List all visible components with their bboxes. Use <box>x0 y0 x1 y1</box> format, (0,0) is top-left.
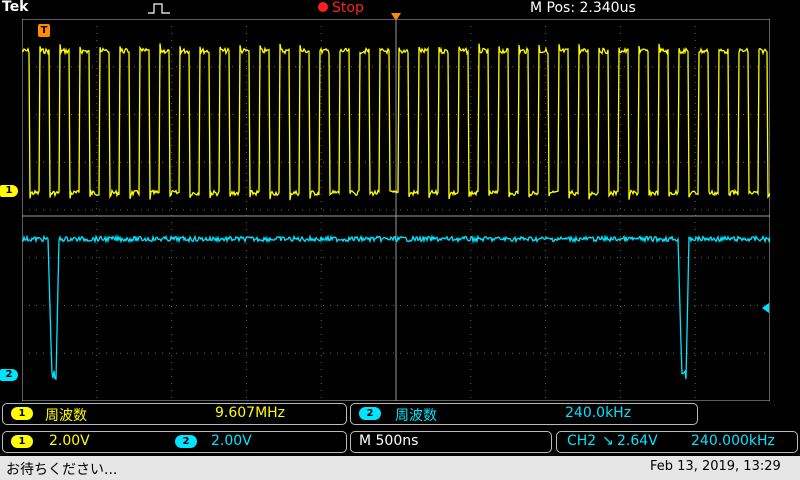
horizontal-position: M Pos: 2.340us <box>530 0 636 16</box>
status-datetime: Feb 13, 2019, 13:29 <box>650 459 781 474</box>
trigger-badge: T <box>38 24 50 37</box>
run-state[interactable]: Stop <box>332 0 364 16</box>
ch2-scale: 2.00V <box>211 433 252 449</box>
ch1-badge: 1 <box>11 435 33 448</box>
trigger-settings[interactable]: CH2 ↘ 2.64V 240.000kHz <box>556 431 798 453</box>
vertical-settings[interactable]: 1 2.00V 2 2.00V <box>2 431 347 453</box>
falling-edge-icon: ↘ <box>602 433 614 449</box>
measurement-ch2[interactable]: 2 周波数 240.0kHz <box>350 403 698 425</box>
stop-indicator-icon <box>318 2 328 12</box>
measurement-value: 9.607MHz <box>215 405 286 421</box>
ch1-scale: 2.00V <box>49 433 90 449</box>
ch2-badge: 2 <box>175 435 197 448</box>
trigger-edge-icon <box>148 3 170 14</box>
measurement-ch1[interactable]: 1 周波数 9.607MHz <box>2 403 347 425</box>
measurement-label: 周波数 <box>395 408 437 424</box>
waveform-display[interactable] <box>22 19 770 401</box>
measurement-label: 周波数 <box>45 408 87 424</box>
timebase: M 500ns <box>359 433 419 449</box>
status-message: お待ちください... <box>6 462 118 478</box>
trigger-level-icon[interactable] <box>762 303 769 313</box>
brand-logo: Tek <box>2 0 29 15</box>
horizontal-settings[interactable]: M 500ns <box>350 431 552 453</box>
trigger-frequency: 240.000kHz <box>691 433 775 449</box>
ch1-badge: 1 <box>11 407 33 420</box>
ch2-badge: 2 <box>359 407 381 420</box>
measurement-value: 240.0kHz <box>565 405 632 421</box>
ch1-ground-marker[interactable]: 1 <box>0 185 18 197</box>
ch2-ground-marker[interactable]: 2 <box>0 369 18 381</box>
trigger-source: CH2 <box>567 433 597 449</box>
trigger-level: 2.64V <box>617 433 658 449</box>
